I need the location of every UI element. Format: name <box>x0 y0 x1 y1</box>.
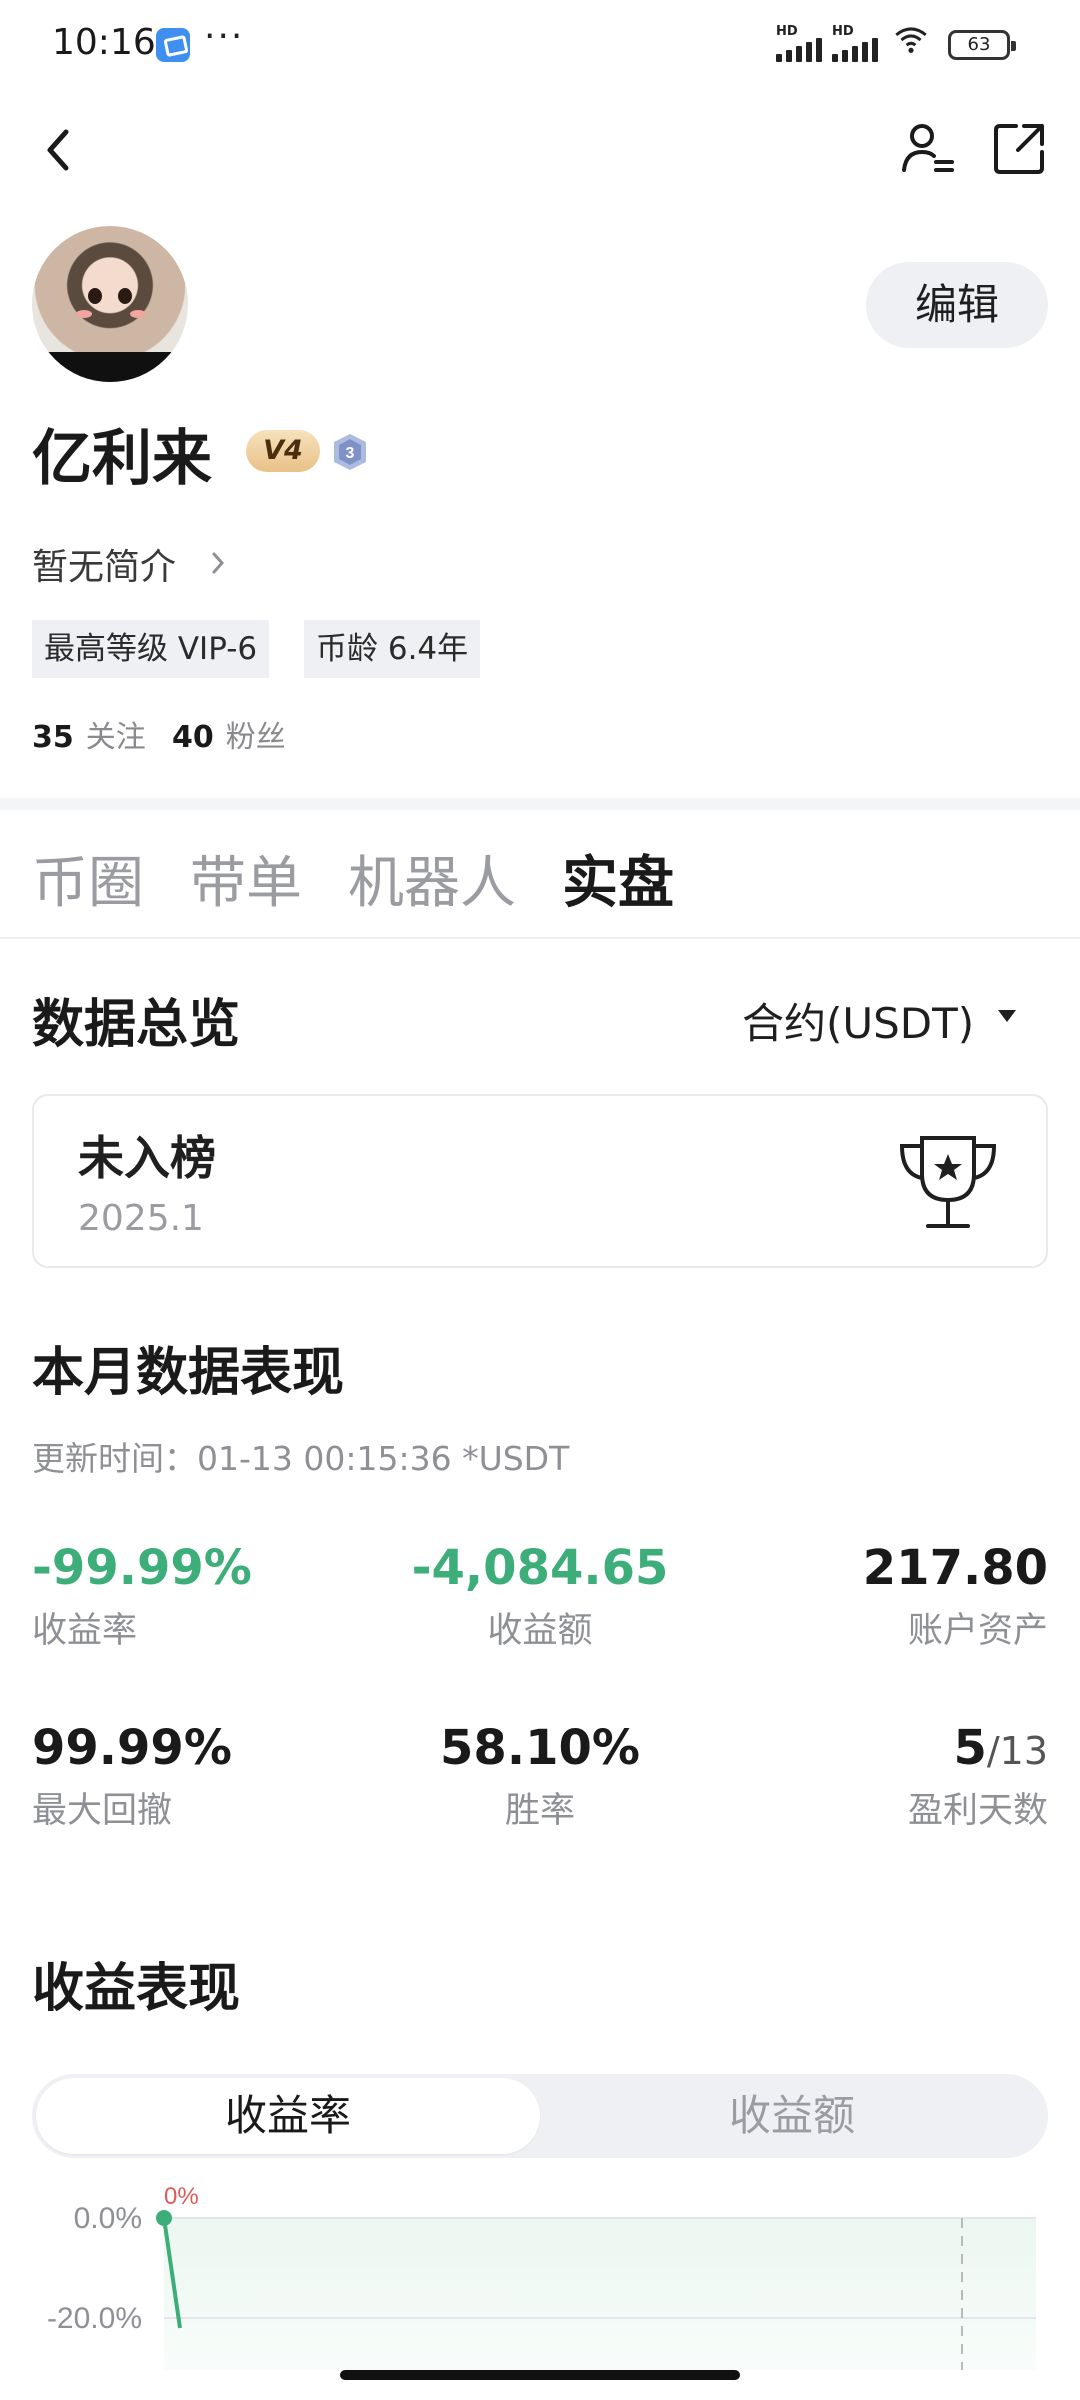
performance-segmented-control: 收益率 收益额 <box>32 2074 1048 2158</box>
chevron-right-icon <box>212 552 225 574</box>
return-rate-chart: 0.0% -20.0% 0% <box>47 2183 1036 2370</box>
followers-count[interactable]: 40 粉丝 <box>172 712 286 756</box>
wifi-icon <box>895 27 927 53</box>
monthly-performance-title: 本月数据表现 <box>32 1343 345 1403</box>
segment-return-amount[interactable]: 收益额 <box>540 2078 1044 2154</box>
tab-copy-trading[interactable]: 带单 <box>190 838 302 919</box>
user-settings-icon[interactable] <box>898 118 958 178</box>
tab-robot[interactable]: 机器人 <box>348 838 516 919</box>
home-indicator <box>340 2370 740 2380</box>
share-icon[interactable] <box>990 118 1050 178</box>
back-chevron-left-icon[interactable] <box>36 120 80 180</box>
username: 亿利来 <box>32 424 212 494</box>
trophy-icon <box>899 1136 997 1228</box>
caret-down-icon[interactable] <box>996 1008 1018 1024</box>
segment-return-rate[interactable]: 收益率 <box>36 2078 540 2154</box>
tab-coin-circle[interactable]: 币圈 <box>32 838 144 919</box>
level-shield-badge-icon[interactable]: 3 <box>330 432 370 472</box>
data-point <box>156 2210 172 2226</box>
tab-live-trading[interactable]: 实盘 <box>562 838 674 919</box>
profile-tabs: 币圈 带单 机器人 实盘 <box>32 838 720 919</box>
update-time: 更新时间：01-13 00:15:36 *USDT <box>32 1439 570 1478</box>
avatar[interactable] <box>32 226 188 382</box>
cellular-signal-1-icon: HD <box>776 24 822 62</box>
status-time: 10:16 <box>52 22 156 63</box>
return-performance-title: 收益表现 <box>32 1959 241 2019</box>
metric-profit-days: 5/13 盈利天数 <box>907 1720 1048 1831</box>
edit-profile-button[interactable]: 编辑 <box>866 262 1048 348</box>
y-tick-label: -20.0% <box>47 2302 142 2335</box>
data-point-label: 0% <box>164 2183 199 2210</box>
cellular-signal-2-icon: HD <box>832 24 878 62</box>
tag-coin-age: 币龄 6.4年 <box>304 620 481 678</box>
contract-type-select[interactable]: 合约(USDT) <box>742 990 974 1051</box>
metric-max-drawdown: 99.99% 最大回撤 <box>32 1720 232 1831</box>
ranking-card[interactable]: 未入榜 2025.1 <box>32 1094 1048 1268</box>
status-bar: 10:16 ··· HD HD 63 <box>0 0 1080 92</box>
rank-period: 2025.1 <box>78 1198 204 1239</box>
chart-area-fill <box>164 2218 1036 2370</box>
rank-status: 未入榜 <box>78 1131 216 1185</box>
notification-app-icon <box>156 28 190 62</box>
metric-return-amount: -4,084.65 收益额 <box>411 1540 669 1651</box>
svg-text:3: 3 <box>346 445 355 462</box>
overview-title: 数据总览 <box>32 995 241 1055</box>
tabs-divider <box>0 937 1080 939</box>
battery-icon: 63 <box>948 30 1016 60</box>
metric-account-assets: 217.80 账户资产 <box>862 1540 1048 1651</box>
metric-win-rate: 58.10% 胜率 <box>440 1720 640 1831</box>
section-divider <box>0 798 1080 810</box>
following-count[interactable]: 35 关注 <box>32 712 146 756</box>
metric-return-rate: -99.99% 收益率 <box>32 1540 252 1651</box>
more-notifications-icon: ··· <box>204 16 245 57</box>
bio-text[interactable]: 暂无简介 <box>32 538 176 590</box>
y-tick-label: 0.0% <box>74 2202 142 2235</box>
vip-level-badge[interactable]: V4 <box>246 430 320 472</box>
tag-max-vip: 最高等级 VIP-6 <box>32 620 270 678</box>
